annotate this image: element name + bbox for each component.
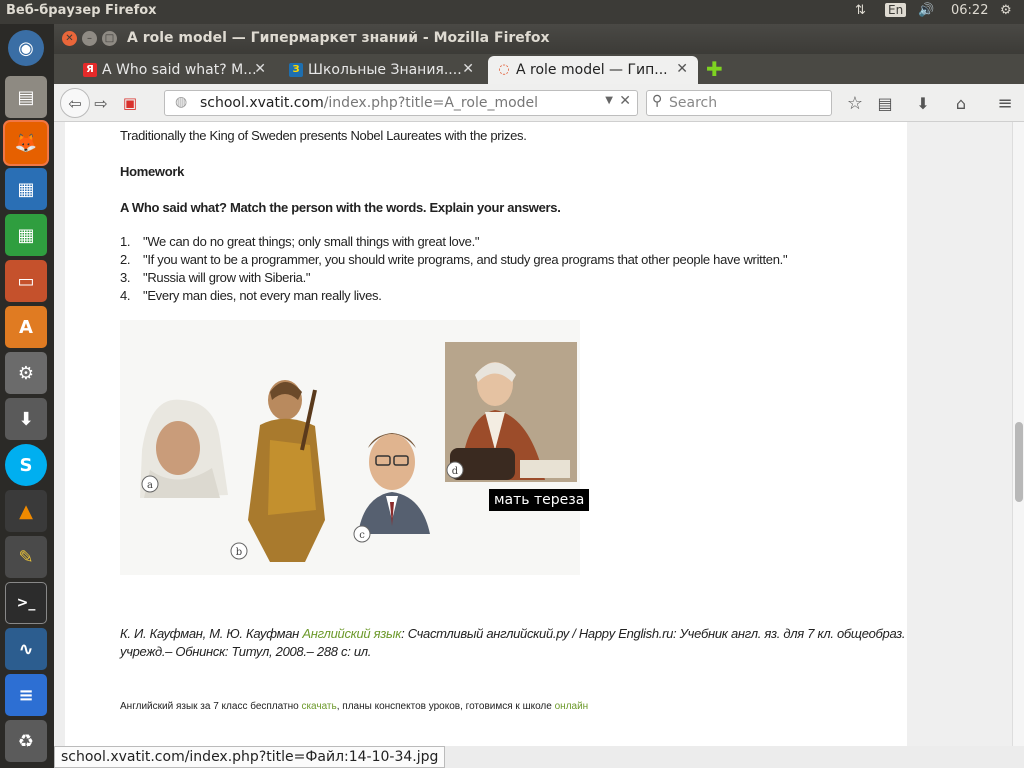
status-link-preview: school.xvatit.com/index.php?title=Файл:1… (54, 746, 446, 768)
skype-icon[interactable]: S (5, 444, 47, 486)
footer-text: , планы конспектов уроков, готовимся к ш… (336, 701, 555, 712)
globe-icon: ◍ (175, 94, 188, 110)
page-viewport: Traditionally the King of Sweden present… (54, 122, 1024, 746)
status-bar: school.xvatit.com/index.php?title=Файл:1… (54, 746, 1024, 768)
citation-line2: учрежд.– Обнинск: Титул, 2008.– 288 с: и… (120, 644, 372, 659)
network-updown-icon[interactable]: ⇅ (855, 3, 866, 18)
footer-text: Английский язык за 7 класс бесплатно (120, 701, 302, 712)
famous-people-illustration[interactable]: a b c d (120, 320, 580, 575)
tab-bar: Я A Who said what? M... ✕ З Школьные Зна… (54, 54, 1024, 84)
trash-icon[interactable]: ♻ (5, 720, 47, 762)
tab-close-icon[interactable]: ✕ (676, 61, 688, 77)
reading-list-icon[interactable]: ▤ (874, 91, 896, 115)
top-panel: Веб-браузер Firefox ⇅ En 🔊 06:22 ⚙ (0, 0, 1024, 24)
footer-line: Английский язык за 7 класс бесплатно ска… (120, 701, 588, 712)
tab-label: A role model — Гип... (516, 62, 668, 78)
firefox-icon[interactable]: 🦊 (5, 122, 47, 164)
tab-label: A Who said what? M... (102, 62, 257, 78)
cleaner-icon[interactable]: ✎ (5, 536, 47, 578)
footer-download-link[interactable]: скачать (301, 701, 336, 712)
calc-icon[interactable]: ▦ (5, 214, 47, 256)
minimize-window-icon[interactable]: – (82, 31, 97, 46)
downloads-icon[interactable]: ⬇ (912, 91, 934, 115)
system-monitor-icon[interactable]: ∿ (5, 628, 47, 670)
yandex-favicon-icon: Я (83, 63, 97, 77)
document-icon[interactable]: ≡ (5, 674, 47, 716)
maximize-window-icon[interactable]: □ (102, 31, 117, 46)
forward-arrow-icon[interactable]: ⇨ (90, 91, 112, 115)
citation-rest: : Счастливый английский.ру / Happy Engli… (401, 626, 906, 641)
url-domain: school.xvatit.com (200, 95, 324, 111)
addon-screenshot-icon[interactable]: ▣ (118, 91, 142, 115)
launcher: ◉ ▤ 🦊 ▦ ▦ ▭ A ⚙ ⬇ S ▲ ✎ >_ ∿ ≡ ♻ (0, 24, 54, 768)
window-titlebar: ✕ – □ A role model — Гипермаркет знаний … (54, 24, 1024, 54)
tab-close-icon[interactable]: ✕ (254, 61, 266, 77)
window-title: A role model — Гипермаркет знаний - Mozi… (127, 30, 550, 46)
url-bar[interactable]: ◍ school.xvatit.com/index.php?title=A_ro… (164, 90, 638, 116)
intro-text: Traditionally the King of Sweden present… (120, 128, 527, 143)
vertical-scrollbar[interactable] (1012, 122, 1024, 746)
task-heading: A Who said what? Match the person with t… (120, 200, 561, 215)
citation-authors: К. И. Кауфман, М. Ю. Кауфман (120, 626, 303, 641)
back-arrow-icon[interactable]: ⇦ (60, 88, 90, 118)
usb-creator-icon[interactable]: ⬇ (5, 398, 47, 440)
system-settings-icon[interactable]: ⚙ (5, 352, 47, 394)
tab-shkolnye-znaniya[interactable]: З Школьные Знания.... ✕ (280, 56, 484, 84)
url-dropdown-icon[interactable]: ▼ (605, 95, 613, 106)
clock[interactable]: 06:22 (951, 3, 988, 18)
dash-home-icon[interactable]: ◉ (8, 30, 44, 66)
search-input[interactable]: ⚲ Search (646, 90, 832, 116)
label-d: d (452, 466, 459, 477)
tab-close-icon[interactable]: ✕ (462, 61, 474, 77)
impress-icon[interactable]: ▭ (5, 260, 47, 302)
label-b: b (236, 547, 242, 558)
quote-number: 2. (120, 252, 131, 267)
quote-number: 4. (120, 288, 131, 303)
quote-text: "Every man dies, not every man really li… (143, 288, 382, 303)
tab-role-model[interactable]: ◌ A role model — Гип... ✕ (488, 56, 698, 84)
files-icon[interactable]: ▤ (5, 76, 47, 118)
homework-heading: Homework (120, 164, 185, 179)
quote-text: "If you want to be a programmer, you sho… (143, 252, 788, 267)
active-app-title: Веб-браузер Firefox (6, 3, 157, 18)
search-icon: ⚲ (652, 93, 663, 109)
volume-icon[interactable]: 🔊 (918, 3, 934, 18)
terminal-icon[interactable]: >_ (5, 582, 47, 624)
url-path: /index.php?title=A_role_model (323, 95, 539, 111)
label-c: c (359, 530, 365, 541)
navigation-toolbar: ⇦ ⇨ ▣ ◍ school.xvatit.com/index.php?titl… (54, 84, 1024, 122)
right-sidebar (907, 122, 1012, 746)
software-center-icon[interactable]: A (5, 306, 47, 348)
citation-line1: К. И. Кауфман, М. Ю. Кауфман Английский … (120, 626, 906, 641)
loading-favicon-icon: ◌ (498, 62, 510, 77)
page-body: Traditionally the King of Sweden present… (65, 122, 907, 746)
znanija-favicon-icon: З (289, 63, 303, 77)
quote-text: "Russia will grow with Siberia." (143, 270, 311, 285)
bookmark-star-icon[interactable]: ☆ (844, 91, 866, 115)
portrait-lomonosov[interactable] (445, 342, 577, 482)
quote-number: 3. (120, 270, 131, 285)
quote-text: "We can do no great things; only small t… (143, 234, 480, 249)
menu-hamburger-icon[interactable]: ≡ (994, 91, 1016, 115)
image-tooltip: мать тереза (489, 489, 590, 511)
url-clear-icon[interactable]: ✕ (619, 93, 631, 109)
scrollbar-thumb[interactable] (1015, 422, 1023, 502)
tab-who-said-what[interactable]: Я A Who said what? M... ✕ (74, 56, 276, 84)
quote-number: 1. (120, 234, 131, 249)
label-a: a (147, 480, 153, 491)
vlc-icon[interactable]: ▲ (5, 490, 47, 532)
close-window-icon[interactable]: ✕ (62, 31, 77, 46)
writer-icon[interactable]: ▦ (5, 168, 47, 210)
keyboard-layout-indicator[interactable]: En (885, 3, 907, 17)
citation-link[interactable]: Английский язык (302, 626, 401, 641)
new-tab-plus-icon[interactable]: ✚ (706, 57, 723, 81)
home-icon[interactable]: ⌂ (950, 91, 972, 115)
tab-label: Школьные Знания.... (308, 62, 462, 78)
search-placeholder: Search (669, 95, 718, 111)
system-gear-icon[interactable]: ⚙ (1000, 3, 1012, 18)
footer-online-link[interactable]: онлайн (555, 701, 589, 712)
